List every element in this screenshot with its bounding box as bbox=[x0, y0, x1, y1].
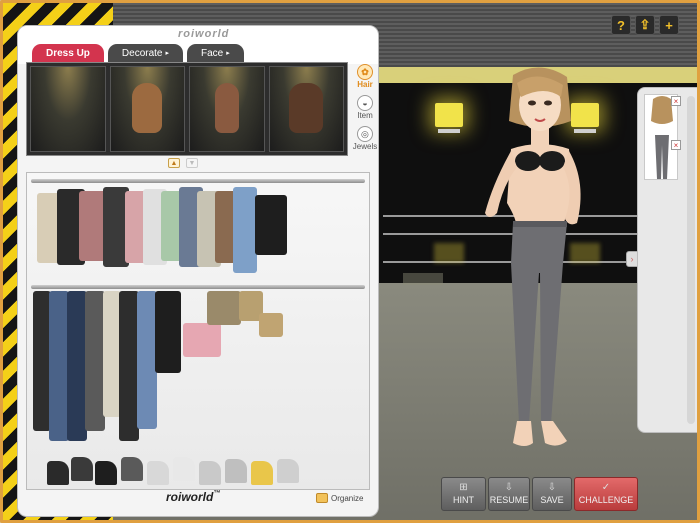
category-list: ✿ Hair ◒ Item ◎ Jewels bbox=[352, 64, 378, 151]
check-icon: ✓ bbox=[601, 482, 611, 493]
wardrobe-item[interactable] bbox=[119, 291, 139, 441]
brand-logo-top: roiworld bbox=[178, 28, 230, 40]
wardrobe-item[interactable] bbox=[183, 323, 221, 357]
save-button[interactable]: ⇩ SAVE bbox=[532, 477, 572, 511]
lamp-base bbox=[438, 129, 460, 133]
category-hair[interactable]: ✿ Hair bbox=[357, 64, 373, 89]
wardrobe-item[interactable] bbox=[71, 457, 93, 481]
preview-pager: ▲ ▼ bbox=[168, 158, 198, 168]
ring-icon: ◎ bbox=[356, 126, 373, 142]
wardrobe-item[interactable] bbox=[49, 291, 69, 441]
floor-highlight bbox=[403, 273, 443, 285]
lamp-reflection bbox=[434, 243, 464, 263]
hair-option[interactable] bbox=[268, 66, 344, 152]
page-up-button[interactable]: ▲ bbox=[168, 158, 180, 168]
tab-dress-up[interactable]: Dress Up bbox=[32, 44, 104, 62]
wardrobe-item[interactable] bbox=[251, 461, 273, 485]
hair-option[interactable] bbox=[109, 66, 185, 152]
resume-icon: ⇩ bbox=[504, 482, 514, 493]
caret-right-icon: ▸ bbox=[226, 50, 230, 57]
tab-decorate[interactable]: Decorate ▸ bbox=[107, 44, 183, 62]
tab-bar: Dress Up Decorate ▸ Face ▸ bbox=[32, 44, 244, 62]
action-bar: ⊞ HINT ⇩ RESUME ⇩ SAVE ✓ CHALLENGE bbox=[441, 477, 641, 511]
hat-icon: ◒ bbox=[357, 95, 373, 111]
organize-button[interactable]: Organize bbox=[316, 493, 363, 503]
wardrobe-item[interactable] bbox=[233, 187, 257, 273]
help-icon[interactable]: ? bbox=[611, 15, 631, 35]
category-item[interactable]: ◒ Item bbox=[357, 95, 373, 120]
closet-rod bbox=[31, 179, 365, 183]
wardrobe-panel: roiworld Dress Up Decorate ▸ Face ▸ ✿ Ha… bbox=[17, 25, 379, 517]
panel-header: roiworld Dress Up Decorate ▸ Face ▸ bbox=[18, 26, 378, 64]
remove-item-icon[interactable]: × bbox=[671, 96, 681, 106]
category-jewels[interactable]: ◎ Jewels bbox=[353, 126, 377, 151]
caret-right-icon: ▸ bbox=[165, 50, 169, 57]
hair-swatch bbox=[214, 83, 239, 133]
hair-option-empty[interactable] bbox=[30, 66, 106, 152]
stage-lamp bbox=[435, 103, 463, 127]
wardrobe-item[interactable] bbox=[225, 459, 247, 483]
brand-logo-bottom: roiworld™ bbox=[166, 490, 221, 504]
hair-swatch bbox=[289, 83, 324, 133]
worn-item-thumbnail bbox=[651, 96, 673, 179]
challenge-button[interactable]: ✓ CHALLENGE bbox=[574, 477, 638, 511]
hint-button[interactable]: ⊞ HINT bbox=[441, 477, 486, 511]
save-icon: ⇩ bbox=[547, 482, 557, 493]
resume-button[interactable]: ⇩ RESUME bbox=[488, 477, 530, 511]
wardrobe-item[interactable] bbox=[207, 291, 241, 325]
upload-icon[interactable]: ⇪ bbox=[635, 15, 655, 35]
wardrobe-item[interactable] bbox=[277, 459, 299, 483]
wardrobe-item[interactable] bbox=[121, 457, 143, 481]
wardrobe-item[interactable] bbox=[67, 291, 87, 441]
hair-swatch bbox=[132, 83, 163, 133]
closet-rod bbox=[31, 285, 365, 289]
hair-icon: ✿ bbox=[357, 64, 373, 80]
game-frame: ? ⇪ + › × × ⊞ HINT ⇩ RESUME ⇩ SAVE ✓ CHA… bbox=[0, 0, 700, 523]
top-toolbar: ? ⇪ + bbox=[611, 15, 679, 35]
wardrobe-item[interactable] bbox=[199, 461, 221, 485]
tab-face[interactable]: Face ▸ bbox=[187, 44, 244, 62]
worn-item-slot[interactable] bbox=[644, 94, 678, 180]
wardrobe-item[interactable] bbox=[137, 291, 157, 429]
hair-option[interactable] bbox=[189, 66, 265, 152]
wardrobe-item[interactable] bbox=[155, 291, 181, 373]
remove-item-icon[interactable]: × bbox=[671, 140, 681, 150]
closet bbox=[26, 172, 370, 490]
hair-preview-bar bbox=[26, 62, 348, 156]
side-panel-scrollbar[interactable] bbox=[687, 96, 695, 424]
hint-icon: ⊞ bbox=[459, 482, 468, 493]
wardrobe-item[interactable] bbox=[259, 313, 283, 337]
organize-icon bbox=[316, 493, 328, 503]
wardrobe-item[interactable] bbox=[147, 461, 169, 485]
avatar-character[interactable] bbox=[465, 63, 615, 463]
wardrobe-item[interactable] bbox=[47, 461, 69, 485]
wardrobe-item[interactable] bbox=[85, 291, 105, 431]
wardrobe-item[interactable] bbox=[95, 461, 117, 485]
plus-icon[interactable]: + bbox=[659, 15, 679, 35]
worn-items-panel: × × bbox=[637, 87, 697, 433]
page-down-button[interactable]: ▼ bbox=[186, 158, 198, 168]
wardrobe-item[interactable] bbox=[255, 195, 287, 255]
wardrobe-item[interactable] bbox=[173, 457, 195, 481]
